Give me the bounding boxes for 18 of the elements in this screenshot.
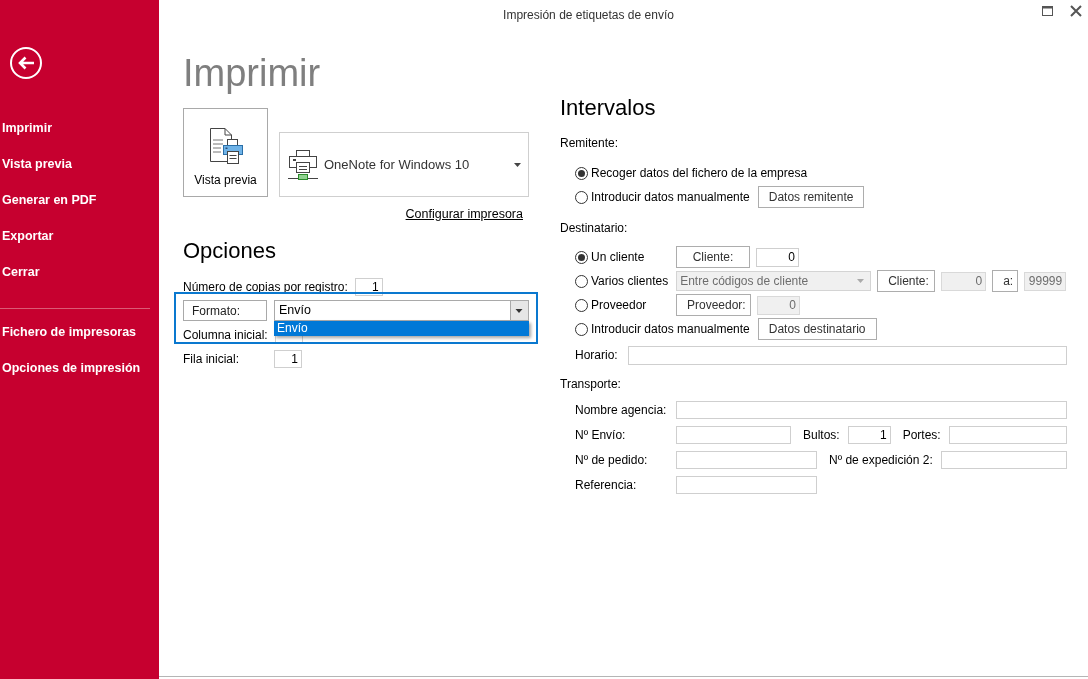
window-title: Impresión de etiquetas de envío	[503, 8, 674, 22]
field-label: Referencia:	[575, 477, 638, 494]
field-label: Nº de pedido:	[575, 452, 649, 469]
field-label: Nombre agencia:	[575, 402, 668, 419]
page-title: Imprimir	[183, 51, 322, 96]
group-label: Remitente:	[560, 135, 620, 151]
section-heading: Intervalos	[560, 95, 657, 121]
field-label: Número de copias por registro:	[183, 278, 348, 296]
field-label: Fila inicial:	[183, 350, 240, 368]
group-label: Transporte:	[560, 376, 622, 392]
field-label: Nº Envío:	[575, 427, 627, 444]
field-label: Bultos:	[803, 427, 840, 444]
group-label: Destinatario:	[560, 220, 629, 236]
field-label: Horario:	[575, 347, 618, 364]
field-label: Columna inicial:	[183, 326, 268, 344]
section-heading: Opciones	[183, 237, 277, 264]
field-label: Nº de expedición 2:	[829, 452, 933, 469]
field-label: Portes:	[902, 427, 941, 444]
